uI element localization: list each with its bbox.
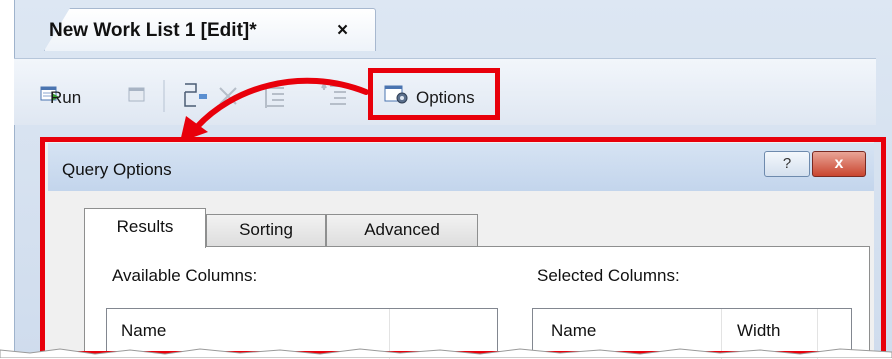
torn-edge-decoration bbox=[0, 348, 892, 358]
callout-arrow-icon bbox=[180, 77, 369, 142]
tab-results[interactable]: Results bbox=[84, 208, 206, 248]
